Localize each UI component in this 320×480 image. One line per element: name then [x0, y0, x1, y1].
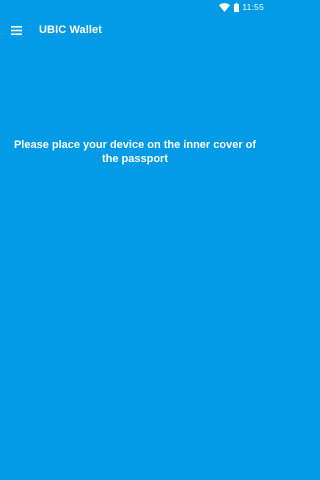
battery-icon: [234, 2, 240, 12]
app-screen: 11:55 UBIC Wallet Please place your devi…: [0, 0, 270, 480]
app-title: UBIC Wallet: [39, 24, 103, 36]
app-bar: UBIC Wallet: [0, 14, 270, 46]
instruction-message: Please place your device on the inner co…: [13, 139, 257, 165]
hamburger-menu-icon: [10, 25, 22, 35]
navigation-menu-button[interactable]: [0, 14, 32, 46]
status-bar: 11:55: [0, 0, 270, 14]
wifi-icon: [219, 2, 231, 12]
status-time: 11:55: [242, 2, 264, 12]
